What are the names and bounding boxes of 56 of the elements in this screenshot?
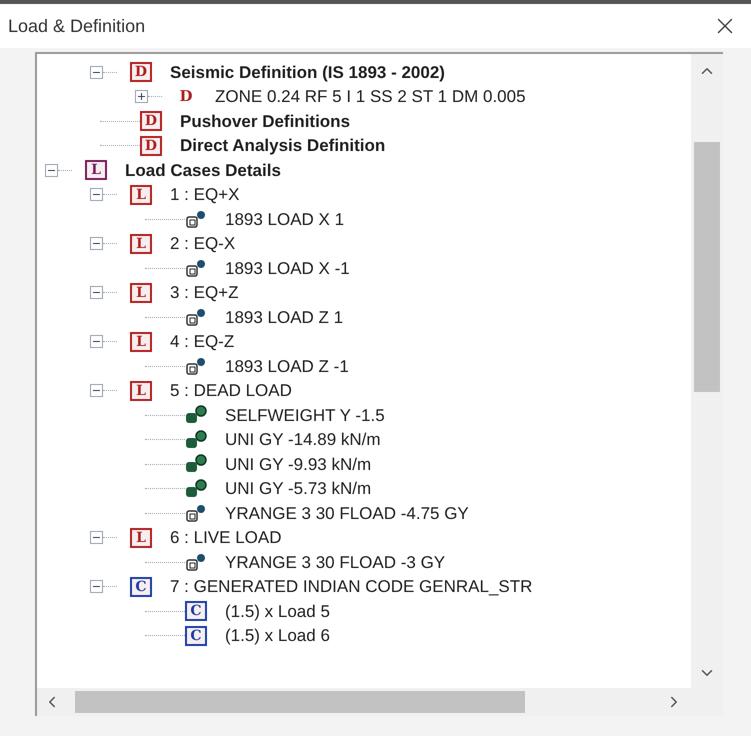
collapse-toggle[interactable] xyxy=(90,237,103,250)
scrollbar-thumb[interactable] xyxy=(75,691,525,713)
tree-item-label[interactable]: (1.5) x Load 5 xyxy=(225,598,330,624)
tree-item-label[interactable]: YRANGE 3 30 FLOAD -3 GY xyxy=(225,550,446,575)
tree-item-label[interactable]: 5 : DEAD LOAD xyxy=(170,378,292,404)
tree-item-label[interactable]: 1893 LOAD Z -1 xyxy=(225,354,349,379)
letter-icon: C xyxy=(185,601,207,622)
tree-item-label[interactable]: SELFWEIGHT Y -1.5 xyxy=(225,402,385,428)
tree-item-label[interactable]: 4 : EQ-Z xyxy=(170,329,234,354)
letter-icon: D xyxy=(130,62,152,82)
letter-icon: D xyxy=(175,86,197,107)
collapse-toggle[interactable] xyxy=(90,188,103,202)
collapse-toggle[interactable] xyxy=(90,286,103,300)
tree-item-label[interactable]: Load Cases Details xyxy=(125,158,281,183)
load-icon xyxy=(185,405,209,426)
tree-item-label[interactable]: UNI GY -5.73 kN/m xyxy=(225,476,372,502)
tree-item-label[interactable]: YRANGE 3 30 FLOAD -4.75 GY xyxy=(225,500,469,526)
tree-item-label[interactable]: 1893 LOAD Z 1 xyxy=(225,304,344,330)
tree-item-label[interactable]: Direct Analysis Definition xyxy=(180,133,386,158)
tree-item-label[interactable]: 3 : EQ+Z xyxy=(170,280,238,306)
tree-item-label[interactable]: 1893 LOAD X -1 xyxy=(225,256,350,281)
letter-icon: D xyxy=(140,111,162,132)
tree-item-label[interactable]: 6 : LIVE LOAD xyxy=(170,525,282,550)
tree-item-label[interactable]: Pushover Definitions xyxy=(180,108,350,134)
tree-item-label[interactable]: UNI GY -9.93 kN/m xyxy=(225,452,372,477)
collapse-toggle[interactable] xyxy=(90,580,103,594)
collapse-toggle[interactable] xyxy=(90,335,103,348)
tree-item-label[interactable]: 1893 LOAD X 1 xyxy=(225,206,344,232)
tree-item-label[interactable]: (1.5) x Load 6 xyxy=(225,623,330,648)
letter-icon: L xyxy=(85,160,107,180)
tree-item-label[interactable]: ZONE 0.24 RF 5 I 1 SS 2 ST 1 DM 0.005 xyxy=(215,84,526,110)
load-icon xyxy=(185,430,209,450)
letter-icon: D xyxy=(140,136,162,156)
collapse-toggle[interactable] xyxy=(90,384,103,398)
tree-item-label[interactable]: 7 : GENERATED INDIAN CODE GENRAL_STR xyxy=(170,574,532,600)
load-icon xyxy=(185,454,209,474)
tree-item-label[interactable]: Seismic Definition (IS 1893 - 2002) xyxy=(170,60,445,85)
letter-icon: L xyxy=(130,528,152,548)
letter-icon: L xyxy=(130,282,152,303)
letter-icon: L xyxy=(130,332,152,352)
scrollbar-thumb[interactable] xyxy=(694,142,720,392)
collapse-toggle[interactable] xyxy=(90,531,103,544)
tree-item-label[interactable]: UNI GY -14.89 kN/m xyxy=(225,427,381,452)
letter-icon: C xyxy=(185,626,207,646)
letter-icon: L xyxy=(130,380,152,401)
tree-item-label[interactable]: 1 : EQ+X xyxy=(170,182,240,208)
window-title: Load & Definition xyxy=(8,14,146,38)
collapse-toggle[interactable] xyxy=(45,164,58,177)
collapse-toggle[interactable] xyxy=(90,66,103,79)
horizontal-scrollbar[interactable] xyxy=(37,688,723,716)
expand-toggle[interactable] xyxy=(135,90,148,104)
letter-icon: C xyxy=(130,576,152,597)
tree-item-label[interactable]: 2 : EQ-X xyxy=(170,231,236,256)
load-icon xyxy=(185,478,209,499)
letter-icon: L xyxy=(130,234,152,254)
letter-icon: L xyxy=(130,184,152,205)
